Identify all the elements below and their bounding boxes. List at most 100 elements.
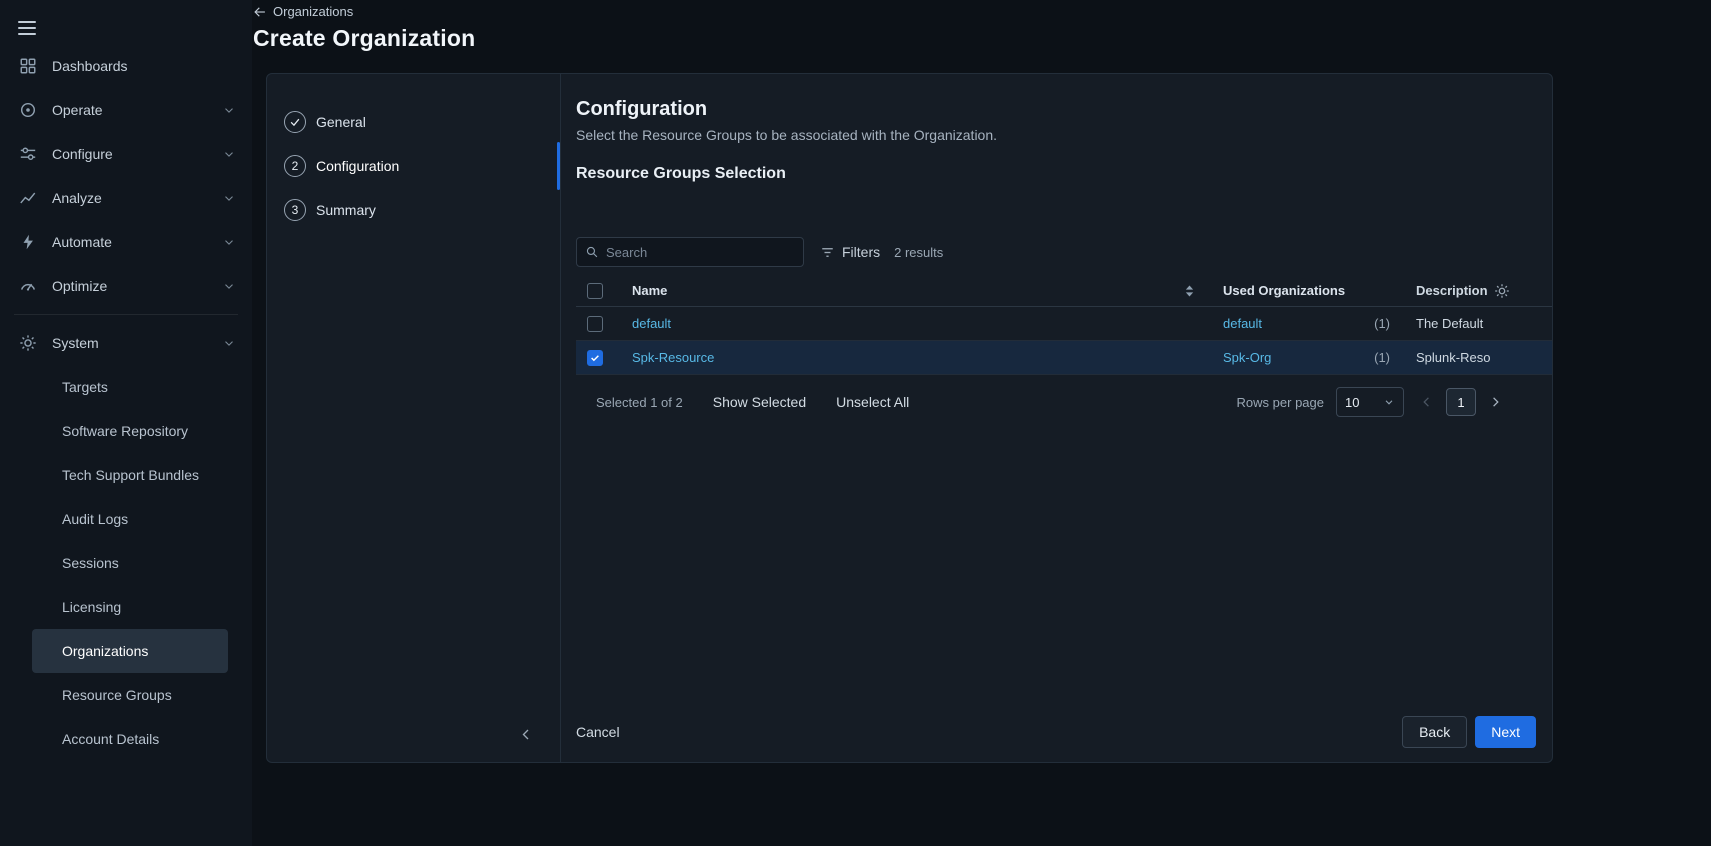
breadcrumb-label: Organizations [273, 4, 354, 19]
column-header-description[interactable]: Description [1398, 283, 1552, 298]
chevron-down-icon [222, 336, 236, 350]
sidebar-item-operate[interactable]: Operate [0, 88, 252, 132]
rows-per-page-label: Rows per page [1236, 394, 1324, 410]
page-title: Create Organization [253, 24, 476, 51]
sidebar-item-resource-groups[interactable]: Resource Groups [32, 673, 228, 717]
results-count: 2 results [894, 244, 944, 260]
used-organization-link[interactable]: Spk-Org [1223, 350, 1271, 365]
rows-per-page-select[interactable]: 10 [1336, 387, 1404, 417]
analyze-icon [18, 188, 38, 208]
row-checkbox[interactable] [587, 315, 603, 332]
sidebar-item-label: Configure [52, 146, 113, 162]
sidebar-nav: Dashboards Operate Configure Analyze Aut… [0, 44, 252, 761]
description-cell: The Default [1416, 316, 1484, 331]
sidebar-item-configure[interactable]: Configure [0, 132, 252, 176]
automate-icon [18, 232, 38, 252]
sidebar-item-dashboards[interactable]: Dashboards [0, 44, 252, 88]
description-cell: Splunk-Reso [1416, 350, 1491, 365]
dashboards-icon [18, 56, 38, 76]
rows-per-page-value: 10 [1345, 394, 1360, 410]
chevron-left-icon [519, 727, 534, 742]
collapse-stepper-button[interactable] [519, 727, 534, 742]
step-number: 2 [284, 155, 306, 177]
sidebar-item-targets[interactable]: Targets [32, 365, 228, 409]
filters-label: Filters [842, 244, 881, 260]
sidebar-item-label: Operate [52, 102, 103, 118]
used-organization-count: (1) [1374, 316, 1390, 331]
pagination: Rows per page 10 1 [1237, 387, 1502, 417]
column-header-used-organizations[interactable]: Used Organizations [1223, 283, 1345, 298]
unselect-all-button[interactable]: Unselect All [836, 394, 909, 410]
chevron-down-icon [222, 103, 236, 117]
step-label: Summary [316, 202, 376, 218]
row-checkbox-checked[interactable] [587, 349, 603, 366]
column-header-name[interactable]: Name [632, 283, 667, 298]
sidebar-item-organizations[interactable]: Organizations [32, 629, 228, 673]
search-box[interactable] [576, 237, 804, 267]
configuration-content: Configuration Select the Resource Groups… [561, 74, 1552, 762]
sidebar-item-label: Analyze [52, 190, 102, 206]
chevron-down-icon [1383, 396, 1395, 408]
filter-icon [820, 245, 835, 260]
sidebar-item-system[interactable]: System [0, 321, 252, 365]
step-complete-check-icon [284, 111, 306, 133]
chevron-down-icon [222, 191, 236, 205]
used-organization-link[interactable]: default [1223, 316, 1262, 331]
step-general[interactable]: General [267, 100, 560, 144]
sidebar-item-analyze[interactable]: Analyze [0, 176, 252, 220]
optimize-icon [18, 276, 38, 296]
main-area: Organizations Create Organization Genera… [252, 0, 1711, 846]
search-icon [585, 245, 599, 259]
wizard-actions: Cancel Back Next [576, 716, 1552, 748]
resource-groups-table: Name Used Organizations Description defa… [576, 275, 1552, 375]
step-summary[interactable]: 3 Summary [267, 188, 560, 232]
sidebar-item-label: Automate [52, 234, 112, 250]
chevron-down-icon [222, 279, 236, 293]
sidebar-item-optimize[interactable]: Optimize [0, 264, 252, 308]
wizard-stepper: General 2 Configuration 3 Summary [267, 74, 561, 762]
sidebar-item-software-repository[interactable]: Software Repository [32, 409, 228, 453]
next-button[interactable]: Next [1475, 716, 1536, 748]
sidebar-item-account-details[interactable]: Account Details [32, 717, 228, 761]
sidebar-item-automate[interactable]: Automate [0, 220, 252, 264]
configure-icon [18, 144, 38, 164]
breadcrumb-back-link[interactable]: Organizations [253, 4, 353, 19]
selection-summary: Selected 1 of 2 [596, 394, 683, 410]
sidebar-item-audit-logs[interactable]: Audit Logs [32, 497, 228, 541]
search-input[interactable] [606, 244, 795, 260]
table-settings-gear-icon[interactable] [1494, 283, 1510, 299]
cancel-button[interactable]: Cancel [576, 724, 620, 740]
sidebar-item-sessions[interactable]: Sessions [32, 541, 228, 585]
table-toolbar: Filters 2 results [576, 237, 1552, 267]
previous-page-icon[interactable] [1420, 395, 1434, 409]
sidebar-item-licensing[interactable]: Licensing [32, 585, 228, 629]
create-organization-panel: General 2 Configuration 3 Summary Config… [266, 73, 1553, 763]
step-configuration[interactable]: 2 Configuration [267, 142, 560, 190]
filters-button[interactable]: Filters [820, 244, 880, 260]
configuration-subtitle: Select the Resource Groups to be associa… [576, 127, 998, 143]
table-footer: Selected 1 of 2 Show Selected Unselect A… [576, 387, 1552, 417]
sort-icon[interactable] [1184, 284, 1195, 298]
select-all-checkbox[interactable] [587, 282, 603, 299]
sidebar-item-label: Optimize [52, 278, 108, 294]
sidebar-item-label: System [52, 335, 99, 351]
next-page-icon[interactable] [1488, 395, 1502, 409]
step-number: 3 [284, 199, 306, 221]
step-label: General [316, 114, 366, 130]
resource-group-name-link[interactable]: Spk-Resource [632, 350, 714, 365]
sidebar-item-label: Dashboards [52, 58, 128, 74]
menu-icon[interactable] [0, 12, 56, 44]
arrow-left-icon [253, 5, 267, 19]
back-button[interactable]: Back [1402, 716, 1468, 748]
sidebar: Dashboards Operate Configure Analyze Aut… [0, 0, 252, 846]
resource-group-name-link[interactable]: default [632, 316, 671, 331]
show-selected-button[interactable]: Show Selected [713, 394, 806, 410]
sidebar-item-tech-support-bundles[interactable]: Tech Support Bundles [32, 453, 228, 497]
system-subnav: Targets Software Repository Tech Support… [0, 365, 252, 761]
resource-groups-selection-title: Resource Groups Selection [576, 165, 786, 182]
table-row-default: default default (1) The Default [576, 307, 1552, 341]
chevron-down-icon [222, 147, 236, 161]
sidebar-divider [14, 314, 238, 315]
table-row-spk-resource: Spk-Resource Spk-Org (1) Splunk-Reso [576, 341, 1552, 375]
page-number-button[interactable]: 1 [1446, 388, 1476, 416]
